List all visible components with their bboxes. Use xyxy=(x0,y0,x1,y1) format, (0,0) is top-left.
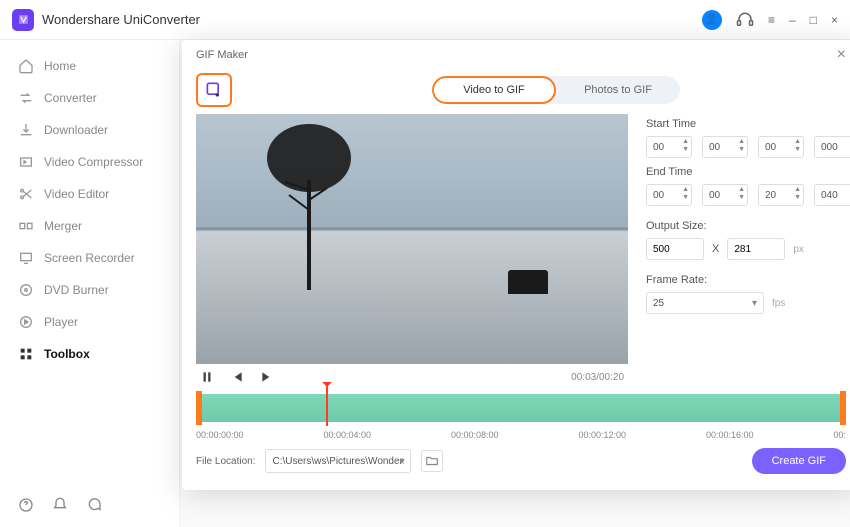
timeline-ruler: 00:00:00:00 00:00:04:00 00:00:08:00 00:0… xyxy=(196,430,846,440)
time-display: 00:03/00:20 xyxy=(571,372,624,383)
timeline[interactable]: 00:00:00:00 00:00:04:00 00:00:08:00 00:0… xyxy=(196,394,846,434)
support-icon[interactable] xyxy=(736,11,754,29)
sidebar: Home Converter Downloader Video Compress… xyxy=(0,40,180,527)
sidebar-label: Player xyxy=(44,315,78,329)
scissors-icon xyxy=(18,186,34,202)
fps-select[interactable]: 25▾ xyxy=(646,292,764,314)
gif-maker-panel: GIF Maker × Video to GIF Photos to GIF xyxy=(182,40,850,490)
menu-icon[interactable]: ≡ xyxy=(768,13,775,27)
tab-video-to-gif[interactable]: Video to GIF xyxy=(432,76,556,104)
user-avatar-icon[interactable]: 👤 xyxy=(702,10,722,30)
trim-handle-right[interactable] xyxy=(840,391,846,425)
tab-group: Video to GIF Photos to GIF xyxy=(432,76,680,104)
start-ms[interactable]: 000▲▼ xyxy=(814,136,850,158)
app-logo xyxy=(12,9,34,31)
download-icon xyxy=(18,122,34,138)
pause-icon[interactable] xyxy=(200,370,214,384)
chevron-down-icon: ▾ xyxy=(399,456,404,467)
end-time-label: End Time xyxy=(646,166,850,178)
help-icon[interactable] xyxy=(18,497,34,513)
start-hh[interactable]: 00▲▼ xyxy=(646,136,692,158)
fps-unit: fps xyxy=(772,298,785,309)
sidebar-label: Screen Recorder xyxy=(44,251,135,265)
panel-title: GIF Maker xyxy=(196,49,248,61)
video-preview[interactable] xyxy=(196,114,628,364)
sidebar-item-downloader[interactable]: Downloader xyxy=(0,114,179,146)
minimize-icon[interactable]: – xyxy=(789,13,796,27)
sidebar-item-compressor[interactable]: Video Compressor xyxy=(0,146,179,178)
bench-silhouette xyxy=(508,270,548,294)
stepper-icon[interactable]: ▲▼ xyxy=(738,138,745,154)
tab-photos-to-gif[interactable]: Photos to GIF xyxy=(556,76,680,104)
timeline-track[interactable] xyxy=(196,394,846,422)
home-icon xyxy=(18,58,34,74)
tree-silhouette xyxy=(256,120,366,290)
sidebar-label: Toolbox xyxy=(44,347,90,361)
grid-icon xyxy=(18,346,34,362)
create-gif-button[interactable]: Create GIF xyxy=(752,448,846,474)
sidebar-label: Home xyxy=(44,59,76,73)
next-icon[interactable] xyxy=(260,370,274,384)
end-mm[interactable]: 00▲▼ xyxy=(702,184,748,206)
compress-icon xyxy=(18,154,34,170)
end-hh[interactable]: 00▲▼ xyxy=(646,184,692,206)
sidebar-item-merger[interactable]: Merger xyxy=(0,210,179,242)
merge-icon xyxy=(18,218,34,234)
play-icon xyxy=(18,314,34,330)
settings-panel: Start Time 00▲▼ 00▲▼ 00▲▼ 000▲▼ End Time… xyxy=(628,114,850,390)
playhead[interactable] xyxy=(326,386,328,426)
stepper-icon[interactable]: ▲▼ xyxy=(682,186,689,202)
file-location-label: File Location: xyxy=(196,456,255,467)
feedback-icon[interactable] xyxy=(86,497,102,513)
start-time-label: Start Time xyxy=(646,118,850,130)
sidebar-label: Converter xyxy=(44,91,97,105)
sidebar-label: Downloader xyxy=(44,123,108,137)
frame-rate-label: Frame Rate: xyxy=(646,274,850,286)
stepper-icon[interactable]: ▲▼ xyxy=(682,138,689,154)
sidebar-label: Merger xyxy=(44,219,82,233)
close-icon[interactable]: × xyxy=(837,46,846,64)
sidebar-item-player[interactable]: Player xyxy=(0,306,179,338)
sidebar-item-dvd[interactable]: DVD Burner xyxy=(0,274,179,306)
start-mm[interactable]: 00▲▼ xyxy=(702,136,748,158)
sidebar-item-converter[interactable]: Converter xyxy=(0,82,179,114)
add-file-button[interactable] xyxy=(196,73,232,107)
sidebar-label: Video Editor xyxy=(44,187,109,201)
sidebar-item-editor[interactable]: Video Editor xyxy=(0,178,179,210)
stepper-icon[interactable]: ▲▼ xyxy=(794,186,801,202)
content-area: NEW tor data tadata CD. GIF Maker × Vide… xyxy=(180,40,850,527)
disc-icon xyxy=(18,282,34,298)
prev-icon[interactable] xyxy=(230,370,244,384)
trim-handle-left[interactable] xyxy=(196,391,202,425)
end-ms[interactable]: 040▲▼ xyxy=(814,184,850,206)
sidebar-label: Video Compressor xyxy=(44,155,143,169)
sidebar-label: DVD Burner xyxy=(44,283,109,297)
stepper-icon[interactable]: ▲▼ xyxy=(738,186,745,202)
app-title: Wondershare UniConverter xyxy=(42,12,200,27)
height-input[interactable] xyxy=(727,238,785,260)
width-input[interactable] xyxy=(646,238,704,260)
chevron-down-icon: ▾ xyxy=(752,298,757,309)
x-label: X xyxy=(712,243,719,255)
screen-icon xyxy=(18,250,34,266)
sidebar-item-home[interactable]: Home xyxy=(0,50,179,82)
start-ss[interactable]: 00▲▼ xyxy=(758,136,804,158)
file-location-select[interactable]: C:\Users\ws\Pictures\Wonders▾ xyxy=(265,449,411,473)
maximize-icon[interactable]: □ xyxy=(810,13,817,27)
open-folder-button[interactable] xyxy=(421,450,443,472)
close-window-icon[interactable]: × xyxy=(831,13,838,27)
titlebar: Wondershare UniConverter 👤 ≡ – □ × xyxy=(0,0,850,40)
px-label: px xyxy=(793,244,804,255)
converter-icon xyxy=(18,90,34,106)
sidebar-item-toolbox[interactable]: Toolbox xyxy=(0,338,179,370)
stepper-icon[interactable]: ▲▼ xyxy=(794,138,801,154)
output-size-label: Output Size: xyxy=(646,220,850,232)
bell-icon[interactable] xyxy=(52,497,68,513)
end-ss[interactable]: 20▲▼ xyxy=(758,184,804,206)
sidebar-item-recorder[interactable]: Screen Recorder xyxy=(0,242,179,274)
